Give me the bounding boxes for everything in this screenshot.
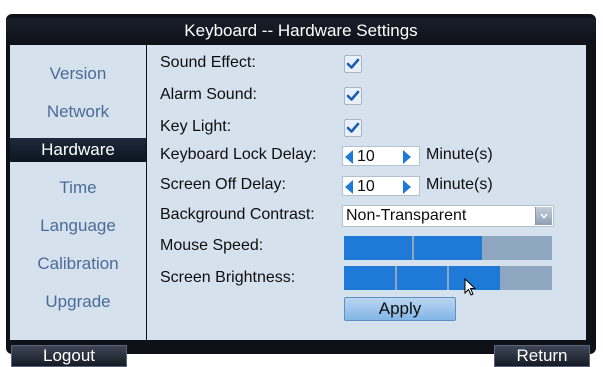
sidebar-item-time[interactable]: Time: [10, 176, 146, 200]
sound-effect-checkbox[interactable]: [344, 55, 362, 73]
mouse-speed-segment[interactable]: [344, 236, 412, 260]
mouse-speed-segment[interactable]: [414, 236, 482, 260]
keyboard-lock-delay-value: 10: [357, 148, 375, 165]
screen-off-delay-unit: Minute(s): [426, 176, 493, 193]
screen-off-delay-label: Screen Off Delay:: [160, 176, 286, 193]
checkmark-icon: [346, 122, 360, 133]
keyboard-lock-delay-label: Keyboard Lock Delay:: [160, 146, 317, 163]
logout-button[interactable]: Logout: [11, 345, 127, 367]
keyboard-lock-delay-spinner[interactable]: 10: [342, 146, 420, 166]
sidebar: Version Network Hardware Time Language C…: [10, 45, 146, 340]
screen-brightness-slider[interactable]: [344, 266, 552, 290]
chevron-down-icon[interactable]: [535, 207, 552, 225]
screen-off-delay-spinner[interactable]: 10: [342, 176, 420, 196]
mouse-speed-slider[interactable]: [344, 236, 552, 260]
key-light-label: Key Light:: [160, 118, 232, 135]
screen-off-delay-value: 10: [357, 178, 375, 195]
screen-brightness-segment[interactable]: [501, 266, 552, 290]
keyboard-lock-delay-unit: Minute(s): [426, 146, 493, 163]
mouse-speed-segment[interactable]: [484, 236, 552, 260]
window-title: Keyboard -- Hardware Settings: [6, 18, 596, 44]
sidebar-item-upgrade[interactable]: Upgrade: [10, 290, 146, 314]
checkmark-icon: [346, 58, 360, 69]
background-contrast-select[interactable]: Non-Transparent: [342, 205, 554, 227]
sidebar-item-network[interactable]: Network: [10, 100, 146, 124]
arrow-left-icon[interactable]: [345, 180, 353, 194]
sidebar-item-language[interactable]: Language: [10, 214, 146, 238]
screen-brightness-segment[interactable]: [344, 266, 395, 290]
arrow-left-icon[interactable]: [345, 150, 353, 164]
mouse-speed-label: Mouse Speed:: [160, 237, 264, 254]
alarm-sound-label: Alarm Sound:: [160, 86, 257, 103]
screen-brightness-segment[interactable]: [396, 266, 447, 290]
apply-button[interactable]: Apply: [344, 297, 456, 321]
sidebar-item-version[interactable]: Version: [10, 62, 146, 86]
sidebar-item-calibration[interactable]: Calibration: [10, 252, 146, 276]
mouse-pointer-icon: [464, 278, 477, 296]
key-light-checkbox[interactable]: [344, 119, 362, 137]
screen-brightness-label: Screen Brightness:: [160, 269, 296, 286]
background-contrast-value: Non-Transparent: [346, 207, 467, 224]
checkmark-icon: [346, 90, 360, 101]
arrow-right-icon[interactable]: [403, 150, 411, 164]
sound-effect-label: Sound Effect:: [160, 54, 256, 71]
alarm-sound-checkbox[interactable]: [344, 87, 362, 105]
arrow-right-icon[interactable]: [403, 180, 411, 194]
return-button[interactable]: Return: [494, 345, 590, 367]
sidebar-item-hardware[interactable]: Hardware: [10, 138, 146, 162]
background-contrast-label: Background Contrast:: [160, 206, 315, 223]
